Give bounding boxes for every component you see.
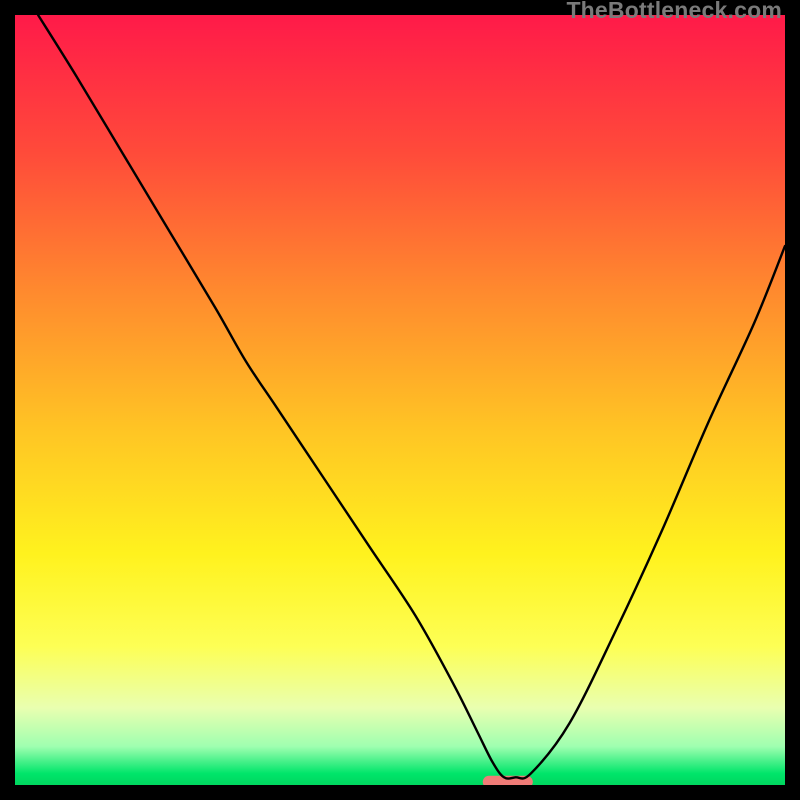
attribution-text: TheBottleneck.com	[566, 0, 782, 24]
chart-frame: TheBottleneck.com	[0, 0, 800, 800]
plot-area	[15, 15, 785, 785]
chart-svg	[15, 15, 785, 785]
gradient-background	[15, 15, 785, 785]
